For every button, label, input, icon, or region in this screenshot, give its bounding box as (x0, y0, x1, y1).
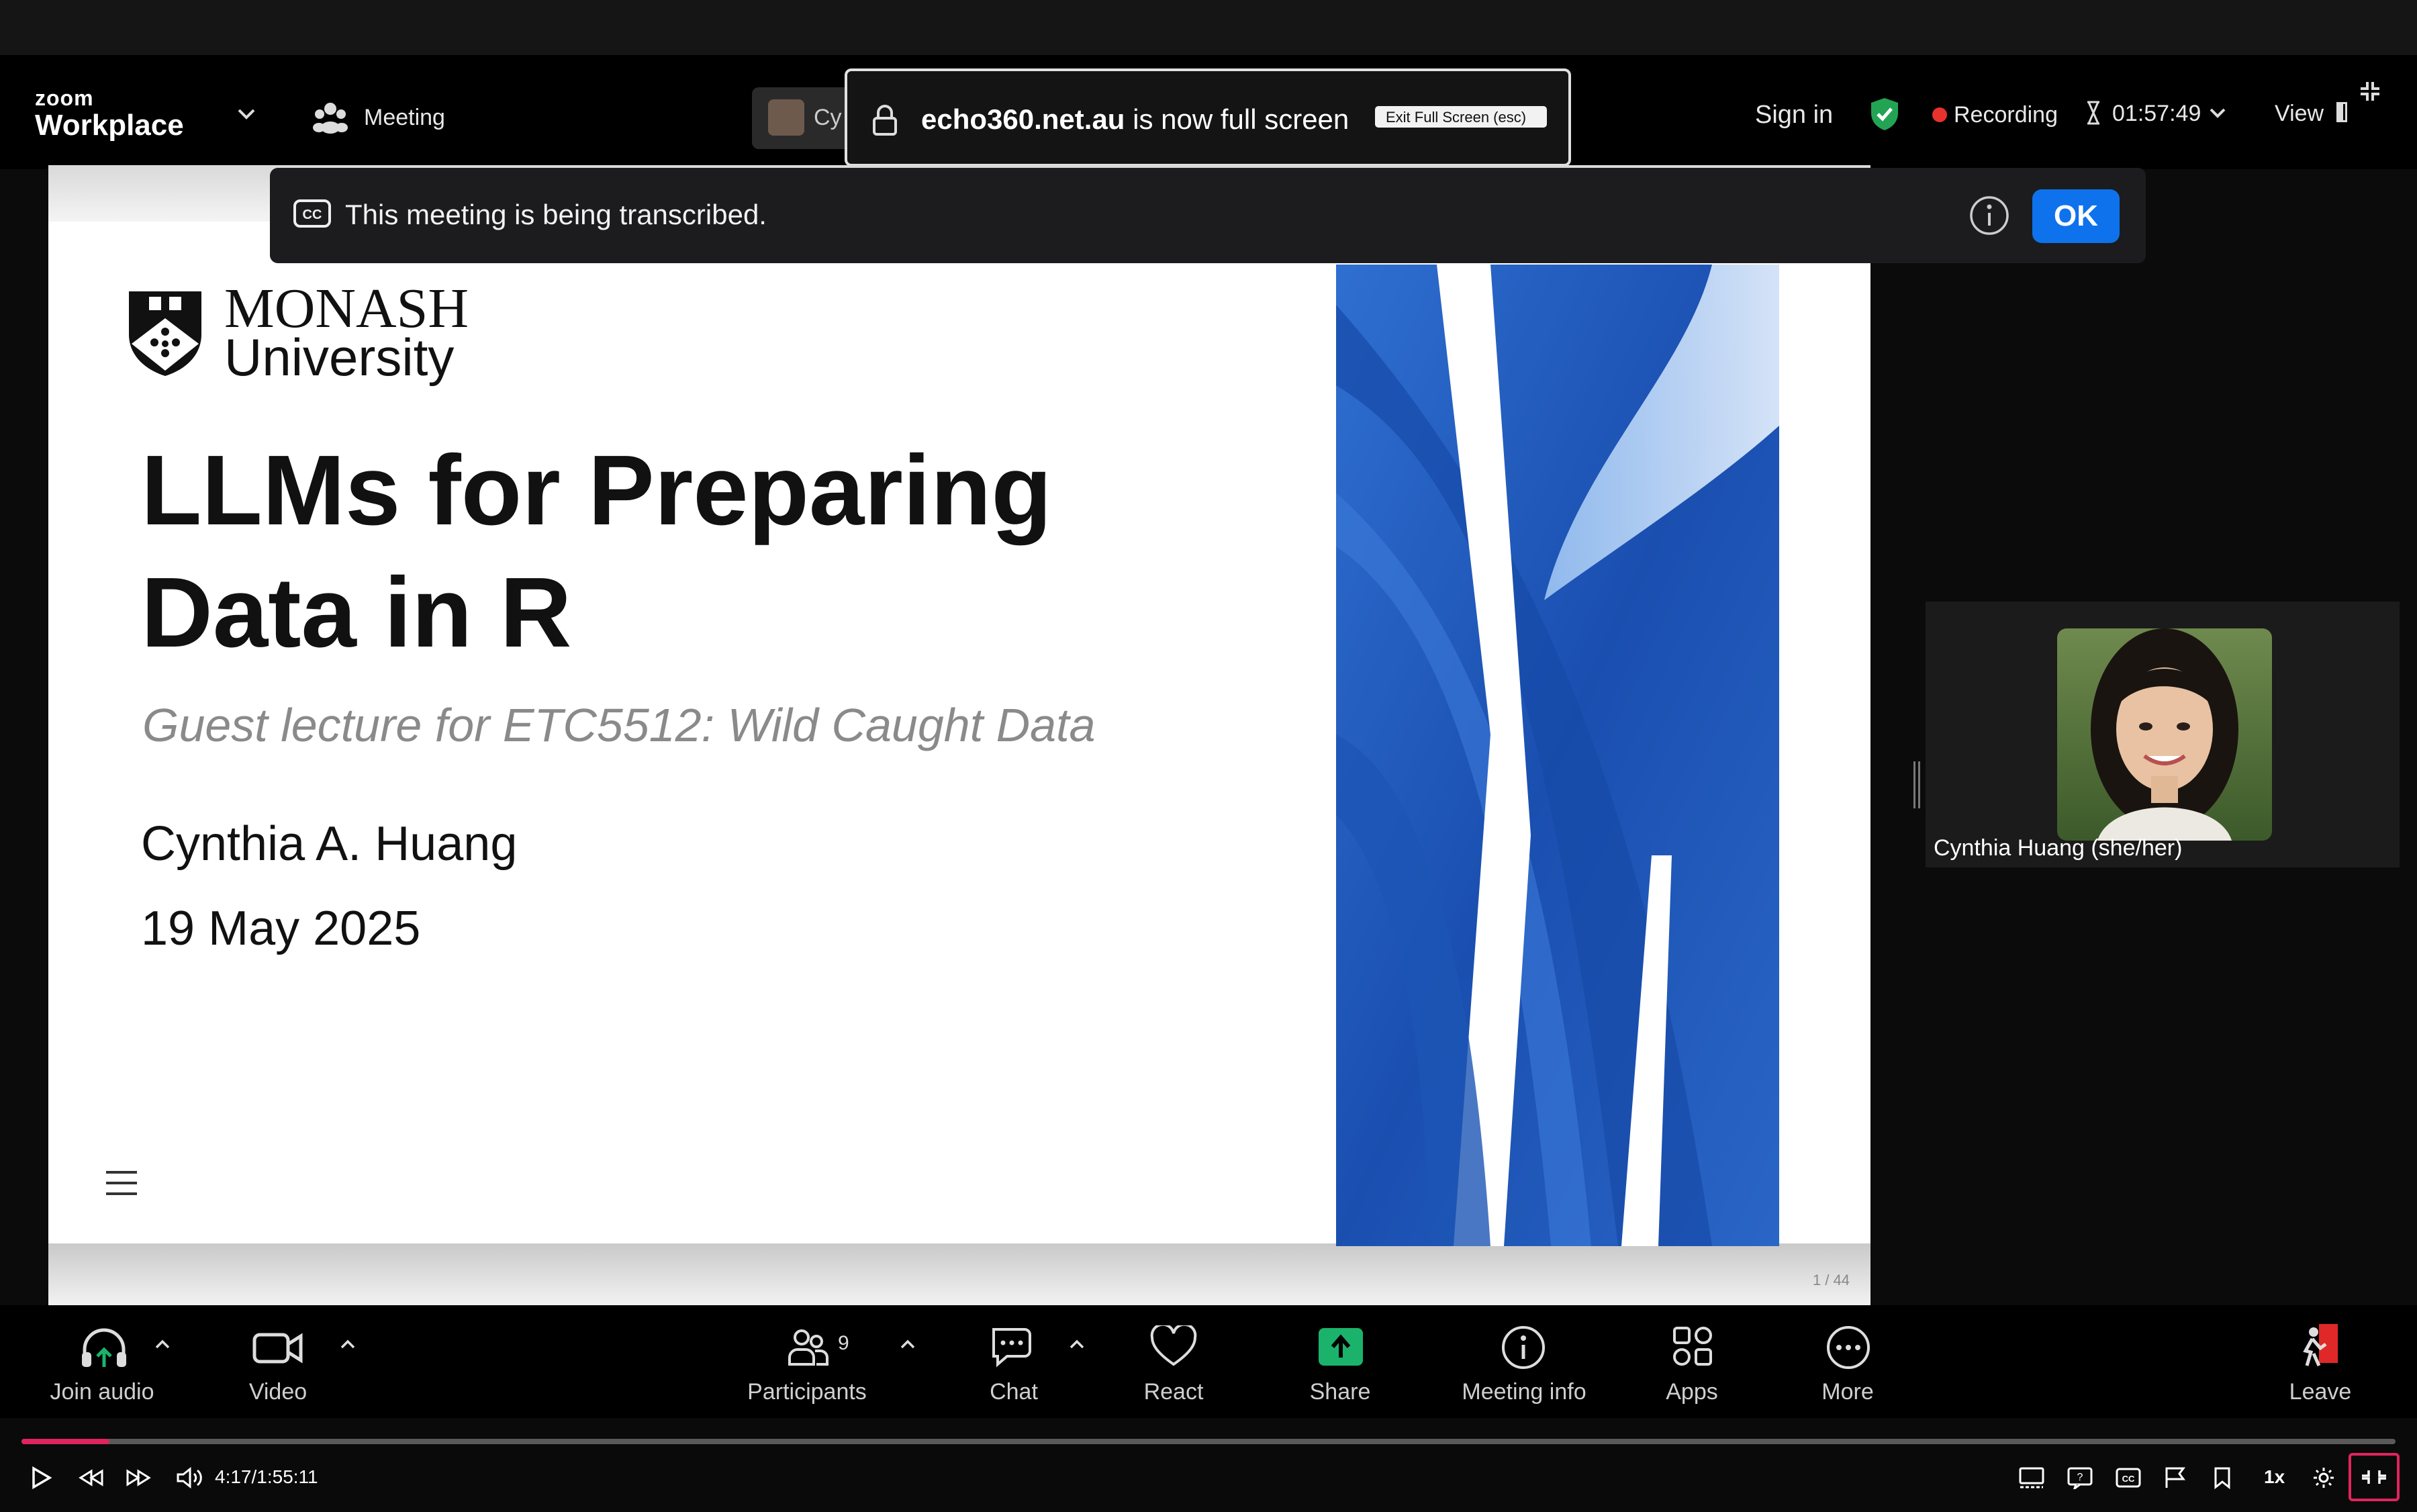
participants-icon[interactable] (787, 1327, 830, 1367)
more-button[interactable]: More (1760, 1379, 1935, 1405)
people-icon[interactable] (313, 101, 348, 134)
video-button[interactable]: Video (191, 1379, 365, 1405)
fullscreen-domain: echo360.net.au (921, 103, 1125, 135)
fast-forward-icon[interactable] (125, 1469, 152, 1486)
slide-decorative-image (1336, 265, 1779, 1246)
share-icon[interactable] (1319, 1328, 1363, 1366)
apps-button[interactable]: Apps (1605, 1379, 1779, 1405)
meeting-timer: 01:57:49 (2112, 101, 2201, 126)
fullscreen-message: echo360.net.au is now full screen (921, 103, 1349, 136)
chevron-down-icon[interactable] (2209, 107, 2226, 120)
transcription-message: This meeting is being transcribed. (345, 199, 767, 230)
slide-page-indicator: 1 / 44 (1813, 1272, 1850, 1288)
meeting-menu[interactable]: Meeting (364, 105, 445, 131)
zoom-logo-workplace: Workplace (35, 109, 184, 142)
qa-icon[interactable]: ? (2067, 1466, 2093, 1489)
chevron-up-icon[interactable] (1069, 1339, 1085, 1350)
apps-icon[interactable] (1670, 1324, 1715, 1368)
join-audio-button[interactable]: Join audio (15, 1379, 189, 1405)
participant-video (2057, 628, 2272, 841)
heart-icon[interactable] (1149, 1325, 1198, 1367)
closed-captions-icon: CC (293, 199, 332, 228)
shield-check-icon[interactable] (1869, 97, 1900, 132)
chevron-up-icon[interactable] (154, 1339, 171, 1350)
avatar (768, 99, 804, 136)
slide-subtitle: Guest lecture for ETC5512: Wild Caught D… (142, 699, 1096, 751)
info-icon[interactable] (1500, 1324, 1547, 1371)
svg-text:CC: CC (303, 207, 322, 222)
progress-bar[interactable] (21, 1439, 2396, 1444)
play-icon[interactable] (31, 1466, 52, 1489)
exit-fullscreen-player-button[interactable] (2349, 1453, 2400, 1501)
lock-icon (871, 103, 898, 137)
participants-count: 9 (838, 1332, 849, 1354)
screen-layout-icon[interactable] (2018, 1466, 2045, 1489)
slide-title-line2: Data in R (141, 557, 572, 668)
more-icon[interactable] (1825, 1324, 1872, 1371)
browser-top-strip (0, 0, 2417, 55)
exit-fullscreen-arrows-icon[interactable] (2359, 81, 2381, 102)
info-icon[interactable] (1969, 195, 2010, 236)
sign-in-link[interactable]: Sign in (1755, 101, 1833, 130)
fullscreen-notice: echo360.net.au is now full screen Exit F… (845, 68, 1571, 167)
chevron-up-icon[interactable] (340, 1339, 356, 1350)
progress-fill (21, 1439, 109, 1444)
participant-name: Cynthia Huang (she/her) (1934, 835, 2183, 861)
panel-resize-handle[interactable] (1913, 761, 1920, 808)
speaker-chip-name: Cy (814, 105, 842, 130)
chat-icon[interactable] (990, 1324, 1037, 1368)
transcription-banner: CC This meeting is being transcribed. OK (270, 168, 2146, 263)
active-speaker-chip[interactable]: Cy (752, 87, 853, 149)
leave-button[interactable]: Leave (2233, 1379, 2408, 1405)
rewind-icon[interactable] (78, 1469, 105, 1486)
leave-icon[interactable] (2296, 1321, 2344, 1370)
slide-title-line1: LLMs for Preparing (141, 435, 1052, 546)
slide-author: Cynthia A. Huang (141, 817, 518, 871)
monash-crest-icon (125, 287, 205, 379)
view-menu[interactable]: View (2275, 101, 2324, 127)
menu-icon[interactable] (105, 1170, 138, 1196)
slide-date: 19 May 2025 (141, 902, 421, 955)
slide-bottom-border (48, 1243, 1870, 1305)
svg-text:?: ? (2077, 1472, 2083, 1483)
playback-time: 4:17/1:55:11 (215, 1466, 318, 1487)
video-player-bar (0, 1418, 2417, 1512)
participant-video-tile[interactable] (1926, 602, 2400, 867)
react-button[interactable]: React (1086, 1379, 1261, 1405)
recording-label[interactable]: Recording (1954, 102, 2058, 128)
video-camera-icon[interactable] (252, 1329, 303, 1367)
exit-fullscreen-button[interactable]: Exit Full Screen (esc) (1375, 106, 1547, 128)
zoom-logo-small: zoom (35, 86, 94, 110)
share-button[interactable]: Share (1253, 1379, 1427, 1405)
view-layout-icon[interactable] (2336, 102, 2347, 122)
fullscreen-suffix: is now full screen (1125, 103, 1349, 135)
bookmark-icon[interactable] (2213, 1466, 2232, 1489)
meeting-info-button[interactable]: Meeting info (1437, 1379, 1611, 1405)
recording-dot-icon (1932, 107, 1947, 122)
captions-icon[interactable]: CC (2115, 1466, 2142, 1489)
flag-icon[interactable] (2163, 1466, 2187, 1489)
playback-speed[interactable]: 1x (2264, 1466, 2285, 1488)
participants-button[interactable]: Participants (720, 1379, 894, 1405)
ok-button[interactable]: OK (2032, 189, 2120, 243)
settings-gear-icon[interactable] (2312, 1466, 2335, 1489)
university-wordmark: University (224, 328, 455, 387)
svg-text:CC: CC (2122, 1474, 2135, 1484)
headphones-icon[interactable] (79, 1327, 129, 1370)
chat-button[interactable]: Chat (927, 1379, 1101, 1405)
hourglass-icon (2085, 101, 2101, 125)
chevron-down-icon[interactable] (236, 107, 256, 121)
chevron-up-icon[interactable] (900, 1339, 916, 1350)
volume-icon[interactable] (176, 1466, 203, 1489)
